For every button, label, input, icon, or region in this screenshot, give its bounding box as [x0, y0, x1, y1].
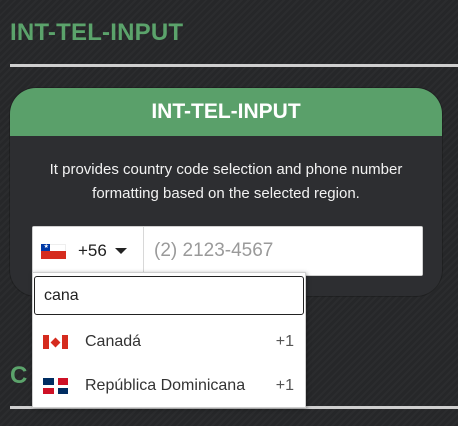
country-dropdown: Canadá +1 República Dominicana +1 — [32, 272, 306, 408]
country-dial-code: +1 — [275, 333, 294, 350]
card-title: INT-TEL-INPUT — [10, 88, 442, 136]
country-item-canada[interactable]: Canadá +1 — [33, 320, 305, 364]
phone-number-field[interactable] — [143, 227, 422, 275]
country-dial-code: +1 — [275, 377, 294, 394]
flag-do-icon — [43, 378, 68, 394]
flag-cl-icon: ★ — [41, 243, 66, 259]
flag-ca-icon — [43, 335, 68, 349]
card-description: It provides country code selection and p… — [49, 161, 403, 202]
country-search-field[interactable] — [34, 276, 304, 315]
phone-number-input[interactable] — [154, 240, 422, 262]
country-name: Canadá — [85, 333, 142, 350]
country-name: República Dominicana — [85, 377, 246, 394]
page-title: INT-TEL-INPUT — [10, 19, 184, 46]
phone-input-group: ★ +56 — [32, 226, 423, 276]
country-list: Canadá +1 República Dominicana +1 — [33, 320, 305, 408]
next-section-title: C — [10, 362, 28, 389]
country-search-input[interactable] — [44, 286, 303, 305]
heading-divider — [10, 64, 458, 67]
country-item-dominican-republic[interactable]: República Dominicana +1 — [33, 364, 305, 408]
country-selector-button[interactable]: ★ +56 — [33, 227, 143, 275]
chevron-down-icon — [114, 248, 127, 254]
selected-dial-code: +56 — [78, 241, 107, 260]
